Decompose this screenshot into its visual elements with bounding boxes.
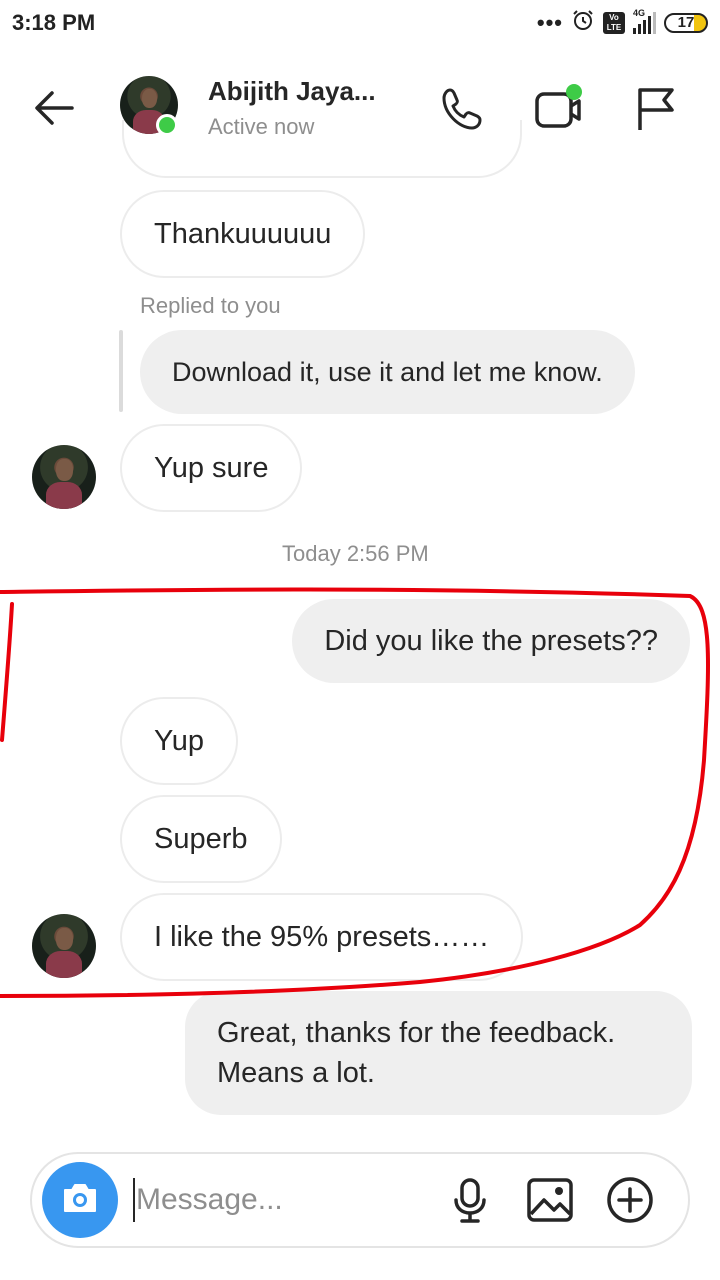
microphone-icon[interactable] [444, 1174, 496, 1226]
camera-button[interactable] [42, 1162, 118, 1238]
message-input[interactable] [136, 1170, 436, 1230]
gallery-icon[interactable] [524, 1174, 576, 1226]
camera-icon [61, 1181, 99, 1220]
text-cursor [133, 1178, 135, 1222]
add-icon[interactable] [604, 1174, 656, 1226]
annotation-outline [0, 587, 710, 998]
